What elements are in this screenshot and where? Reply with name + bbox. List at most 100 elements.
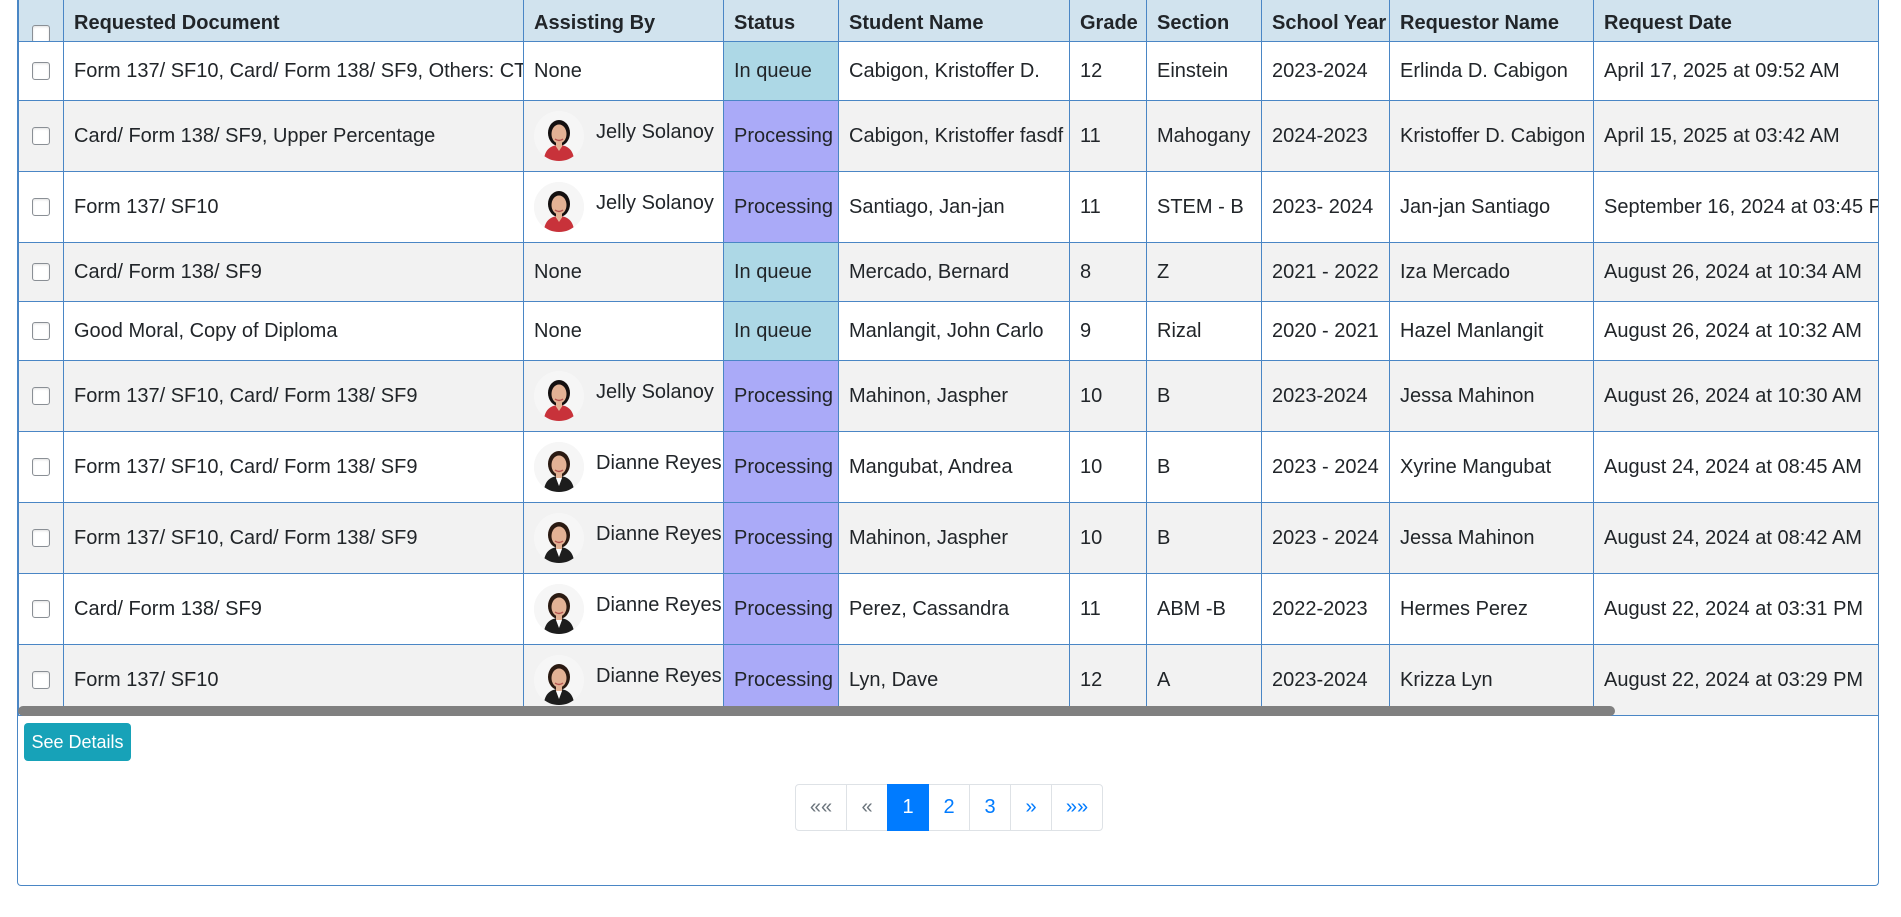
requestor-name-cell: Xyrine Mangubat (1389, 431, 1594, 503)
row-checkbox[interactable] (32, 198, 50, 217)
table-row[interactable]: Good Moral, Copy of Diploma None In queue M… (18, 301, 1878, 361)
last-page-button[interactable]: »» (1051, 784, 1103, 831)
request-date-cell: August 22, 2024 at 03:29 PM (1593, 644, 1878, 716)
row-checkbox[interactable] (32, 263, 50, 282)
table-row[interactable]: Form 137/ SF10 Jelly Solanoy Processing San… (18, 171, 1878, 243)
grade-cell: 12 (1069, 644, 1147, 716)
request-date-cell: April 15, 2025 at 03:42 AM (1593, 100, 1878, 172)
header-status[interactable]: Status (723, 0, 839, 42)
header-requested-document[interactable]: Requested Document (63, 0, 524, 42)
requestor-name-cell: Jessa Mahinon (1389, 360, 1594, 432)
request-date-cell: August 24, 2024 at 08:42 AM (1593, 502, 1878, 574)
grade-cell: 9 (1069, 301, 1147, 361)
school-year-cell: 2023 - 2024 (1261, 502, 1390, 574)
header-section[interactable]: Section (1146, 0, 1262, 42)
assisting-by-cell: Dianne Reyes (523, 431, 724, 503)
section-cell: B (1146, 431, 1262, 503)
section-cell: B (1146, 360, 1262, 432)
requested-document-cell: Form 137/ SF10 (63, 644, 524, 716)
header-request-date[interactable]: Request Date (1593, 0, 1878, 42)
row-checkbox-cell[interactable] (18, 502, 64, 574)
row-checkbox[interactable] (32, 671, 50, 690)
table-row[interactable]: Card/ Form 138/ SF9, Upper Percentage Jel… (18, 100, 1878, 172)
row-checkbox-cell[interactable] (18, 301, 64, 361)
row-checkbox[interactable] (32, 127, 50, 146)
row-checkbox[interactable] (32, 458, 50, 477)
status-cell: Processing (723, 171, 839, 243)
school-year-cell: 2023-2024 (1261, 360, 1390, 432)
assisting-by-cell: None (523, 301, 724, 361)
row-checkbox[interactable] (32, 62, 50, 81)
table-row[interactable]: Card/ Form 138/ SF9 None In queue Mercado, … (18, 242, 1878, 302)
table-row[interactable]: Form 137/ SF10, Card/ Form 138/ SF9 Diann… (18, 502, 1878, 574)
school-year-cell: 2023-2024 (1261, 41, 1390, 101)
table-row[interactable]: Card/ Form 138/ SF9 Dianne Reyes Processin… (18, 573, 1878, 645)
request-date-cell: August 26, 2024 at 10:30 AM (1593, 360, 1878, 432)
horizontal-scrollbar[interactable] (18, 706, 1878, 716)
assistant-name: Jelly Solanoy (596, 380, 714, 403)
avatar (534, 182, 584, 232)
row-checkbox-cell[interactable] (18, 242, 64, 302)
requested-document-cell: Form 137/ SF10, Card/ Form 138/ SF9 (63, 360, 524, 432)
assistant-info: Dianne Reyes (534, 442, 722, 492)
select-all-checkbox[interactable] (32, 24, 50, 41)
row-checkbox-cell[interactable] (18, 573, 64, 645)
table-row[interactable]: Form 137/ SF10, Card/ Form 138/ SF9 Diann… (18, 431, 1878, 503)
row-checkbox-cell[interactable] (18, 644, 64, 716)
header-grade[interactable]: Grade (1069, 0, 1147, 42)
header-school-year[interactable]: School Year (1261, 0, 1390, 42)
section-cell: Rizal (1146, 301, 1262, 361)
table-body: Form 137/ SF10, Card/ Form 138/ SF9, Oth… (18, 41, 1878, 716)
assistant-name: Jelly Solanoy (596, 120, 714, 143)
row-checkbox-cell[interactable] (18, 100, 64, 172)
student-name-cell: Cabigon, Kristoffer fasdf (838, 100, 1070, 172)
avatar (534, 371, 584, 421)
first-page-button[interactable]: «« (795, 784, 847, 831)
row-checkbox[interactable] (32, 529, 50, 548)
student-name-cell: Cabigon, Kristoffer D. (838, 41, 1070, 101)
header-student-name[interactable]: Student Name (838, 0, 1070, 42)
requestor-name-cell: Iza Mercado (1389, 242, 1594, 302)
assisting-by-cell: Dianne Reyes (523, 573, 724, 645)
request-date-cell: September 16, 2024 at 03:45 PM (1593, 171, 1878, 243)
row-checkbox-cell[interactable] (18, 41, 64, 101)
student-name-cell: Mercado, Bernard (838, 242, 1070, 302)
row-checkbox[interactable] (32, 600, 50, 619)
assisting-by-cell: Jelly Solanoy (523, 171, 724, 243)
assistant-info: Dianne Reyes (534, 513, 722, 563)
row-checkbox[interactable] (32, 387, 50, 406)
section-cell: ABM -B (1146, 573, 1262, 645)
row-checkbox[interactable] (32, 322, 50, 341)
student-name-cell: Lyn, Dave (838, 644, 1070, 716)
requestor-name-cell: Jan-jan Santiago (1389, 171, 1594, 243)
row-checkbox-cell[interactable] (18, 431, 64, 503)
student-name-cell: Mahinon, Jaspher (838, 360, 1070, 432)
status-cell: In queue (723, 301, 839, 361)
header-requestor-name[interactable]: Requestor Name (1389, 0, 1594, 42)
assistant-info: Jelly Solanoy (534, 371, 714, 421)
table-row[interactable]: Form 137/ SF10, Card/ Form 138/ SF9, Oth… (18, 41, 1878, 101)
page-1-button[interactable]: 1 (887, 784, 929, 831)
header-assisting-by[interactable]: Assisting By (523, 0, 724, 42)
page-3-button[interactable]: 3 (969, 784, 1011, 831)
see-details-button[interactable]: See Details (24, 723, 131, 761)
table-row[interactable]: Form 137/ SF10 Dianne Reyes Processing Lyn,… (18, 644, 1878, 716)
prev-page-button[interactable]: « (846, 784, 888, 831)
status-cell: In queue (723, 41, 839, 101)
assisting-by-cell: None (523, 242, 724, 302)
horizontal-scrollbar-thumb[interactable] (18, 706, 1615, 716)
table-row[interactable]: Form 137/ SF10, Card/ Form 138/ SF9 Jelly… (18, 360, 1878, 432)
pagination: «« « 1 2 3 » »» (795, 784, 1103, 831)
avatar (534, 655, 584, 705)
section-cell: Mahogany (1146, 100, 1262, 172)
assistant-name: Jelly Solanoy (596, 191, 714, 214)
next-page-button[interactable]: » (1010, 784, 1052, 831)
requestor-name-cell: Kristoffer D. Cabigon (1389, 100, 1594, 172)
section-cell: STEM - B (1146, 171, 1262, 243)
assisting-by-cell: Dianne Reyes (523, 644, 724, 716)
row-checkbox-cell[interactable] (18, 360, 64, 432)
row-checkbox-cell[interactable] (18, 171, 64, 243)
select-all-header[interactable] (18, 0, 64, 42)
page-2-button[interactable]: 2 (928, 784, 970, 831)
school-year-cell: 2024-2023 (1261, 100, 1390, 172)
